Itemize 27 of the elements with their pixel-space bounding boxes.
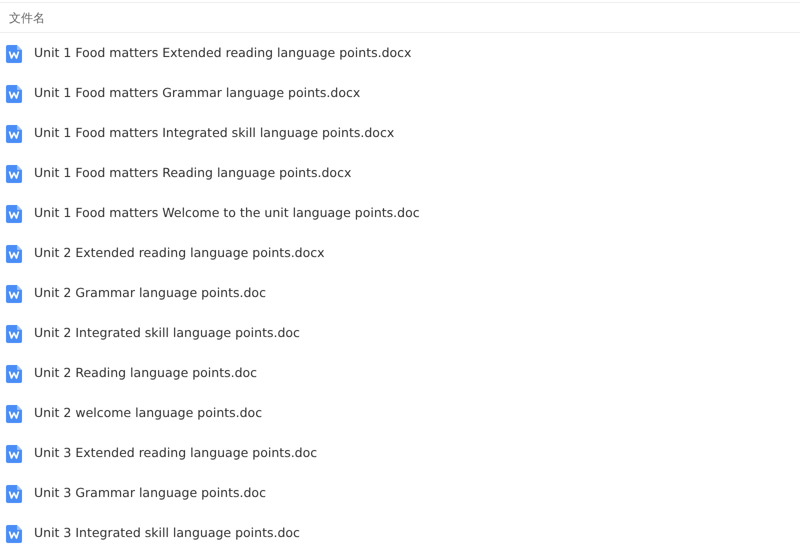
word-document-icon [6, 164, 22, 182]
file-name[interactable]: Unit 2 Extended reading language points.docx [34, 244, 325, 263]
word-document-icon [6, 484, 22, 502]
file-name[interactable]: Unit 2 Integrated skill language points.doc [34, 324, 300, 343]
word-document-icon [6, 44, 22, 62]
file-name[interactable]: Unit 2 Reading language points.doc [34, 364, 258, 383]
file-name[interactable]: Unit 1 Food matters Welcome to the unit language points.doc [34, 204, 420, 223]
file-name[interactable]: Unit 3 Integrated skill language points.doc [34, 524, 300, 543]
file-name[interactable]: Unit 1 Food matters Extended reading language points.docx [34, 44, 412, 63]
word-document-icon [6, 284, 22, 302]
word-document-icon [6, 404, 22, 422]
word-document-icon [6, 124, 22, 142]
file-name[interactable]: Unit 1 Food matters Reading language points.docx [34, 164, 352, 183]
file-name[interactable]: Unit 3 Extended reading language points.doc [34, 444, 318, 463]
file-name[interactable]: Unit 1 Food matters Grammar language points.docx [34, 84, 360, 103]
word-document-icon [6, 84, 22, 102]
word-document-icon [6, 444, 22, 462]
file-name[interactable]: Unit 2 Grammar language points.doc [34, 284, 266, 303]
word-document-icon [6, 324, 22, 342]
file-name[interactable]: Unit 3 Grammar language points.doc [34, 484, 266, 503]
file-name[interactable]: Unit 2 welcome language points.doc [34, 404, 262, 423]
word-document-icon [6, 524, 22, 542]
word-document-icon [6, 364, 22, 382]
file-name[interactable]: Unit 1 Food matters Integrated skill language points.docx [34, 124, 394, 143]
word-document-icon [6, 244, 22, 262]
word-document-icon [6, 204, 22, 222]
column-header: 文件名 [9, 10, 45, 26]
